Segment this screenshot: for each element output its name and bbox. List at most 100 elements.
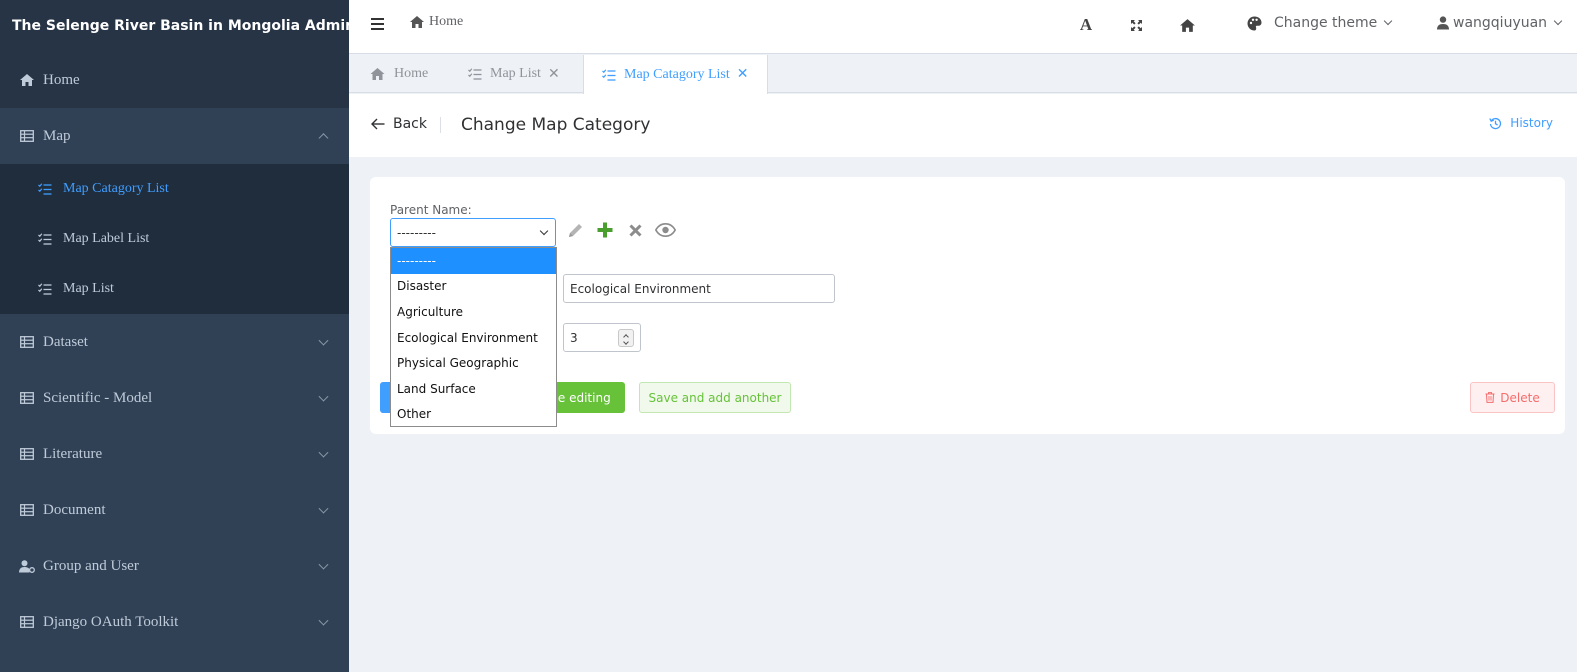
delete-icon[interactable] [624,219,646,241]
sidebar-item-label: Dataset [43,333,88,350]
delete-button[interactable]: Delete [1470,382,1555,413]
dropdown-option[interactable]: Ecological Environment [391,325,556,351]
table-icon [18,447,36,461]
history-button[interactable]: History [1489,116,1553,130]
parent-name-label: Parent Name: [390,203,472,217]
tab-bar: Home Map List ✕ Map Catagory List ✕ [349,55,1577,94]
page-title: Change Map Category [461,115,651,135]
change-theme-label: Change theme [1274,15,1378,31]
list-check-icon [38,283,54,295]
brand-header: The Selenge River Basin in Mongolia Admi… [0,0,355,52]
tab-map-catagory-list[interactable]: Map Catagory List ✕ [583,55,768,94]
sidebar-item-home[interactable]: Home [0,52,349,108]
sidebar: The Selenge River Basin in Mongolia Admi… [0,0,355,672]
sidebar-item-label: Document [43,501,106,518]
chevron-down-icon [539,226,549,236]
sidebar-item-map-catagory-list[interactable]: Map Catagory List [0,164,349,214]
table-icon [18,615,36,629]
save-and-add-another-button[interactable]: Save and add another [639,382,791,413]
back-label: Back [393,116,427,132]
history-label: History [1510,116,1553,130]
chevron-down-icon [1384,16,1393,26]
chevron-up-icon [318,133,329,144]
dropdown-option[interactable]: Land Surface [391,376,556,402]
tab-label: Home [394,66,429,81]
table-icon [18,391,36,405]
chevron-down-icon [318,615,329,626]
dropdown-option[interactable]: Disaster [391,274,556,300]
chevron-down-icon [318,335,329,346]
font-size-icon[interactable]: A [1079,15,1093,34]
home-icon[interactable] [1179,16,1196,34]
home-icon [369,67,386,81]
breadcrumb-label: Home [429,14,464,29]
dropdown-option[interactable]: Agriculture [391,299,556,325]
sidebar-item-label: Map [43,127,71,144]
parent-name-dropdown-list: --------- Disaster Agriculture Ecologica… [390,247,557,427]
table-icon [18,503,36,517]
chevron-down-icon [1553,16,1563,26]
chevron-down-icon [318,391,329,402]
list-check-icon [602,68,616,81]
dropdown-option[interactable]: Other [391,402,556,428]
sidebar-item-document[interactable]: Document [0,482,349,538]
list-check-icon [38,233,54,245]
close-icon[interactable]: ✕ [737,66,749,83]
name-field[interactable]: Ecological Environment [563,274,835,303]
parent-name-value: --------- [397,225,436,240]
sidebar-item-map[interactable]: Map [0,108,349,164]
delete-label: Delete [1500,390,1540,405]
list-check-icon [38,183,54,195]
breadcrumb[interactable]: Home [409,14,463,30]
edit-icon[interactable] [564,219,586,241]
number-stepper[interactable] [618,329,634,347]
arrow-left-icon [371,118,385,130]
fullscreen-icon[interactable] [1129,16,1143,34]
sidebar-item-django-oauth-toolkit[interactable]: Django OAuth Toolkit [0,594,349,650]
tab-label: Map Catagory List [624,66,730,82]
add-icon[interactable] [594,219,616,241]
user-menu[interactable]: wangqiuyuan [1437,15,1563,31]
tab-map-list[interactable]: Map List ✕ [450,55,578,93]
sidebar-item-map-label-list[interactable]: Map Label List [0,214,349,264]
sidebar-item-dataset[interactable]: Dataset [0,314,349,370]
table-icon [18,335,36,349]
sidebar-item-label: Literature [43,445,103,462]
history-icon [1489,117,1502,130]
divider [440,117,441,133]
map-submenu: Map Catagory List Map Label List Map Lis… [0,164,349,314]
back-button[interactable]: Back [371,116,427,132]
name-value: Ecological Environment [570,281,711,296]
user-icon [1437,16,1449,30]
tab-home[interactable]: Home [351,55,446,93]
continue-label: ue editing [550,390,611,405]
change-theme-dropdown[interactable]: Change theme [1247,15,1393,31]
sidebar-item-label: Group and User [43,557,139,574]
sidebar-item-label: Home [43,71,80,88]
sidebar-item-label: Scientific - Model [43,389,153,406]
username: wangqiuyuan [1453,15,1548,31]
close-icon[interactable]: ✕ [548,66,560,83]
home-icon [409,15,425,29]
view-icon[interactable] [654,219,676,241]
sidebar-item-scientific-model[interactable]: Scientific - Model [0,370,349,426]
parent-name-select[interactable]: --------- [390,218,556,247]
dropdown-option[interactable]: --------- [391,248,556,274]
list-check-icon [468,68,482,80]
sidebar-item-map-list[interactable]: Map List [0,264,349,314]
add-another-label: Save and add another [648,390,782,405]
chevron-down-icon [318,559,329,570]
sidebar-item-literature[interactable]: Literature [0,426,349,482]
table-icon [18,129,36,143]
page-header: Back Change Map Category History [349,94,1577,157]
dropdown-option[interactable]: Physical Geographic [391,350,556,376]
palette-icon [1247,16,1262,31]
trash-icon [1485,392,1495,403]
sidebar-item-group-and-user[interactable]: Group and User [0,538,349,594]
brand-title: The Selenge River Basin in Mongolia Admi… [12,18,356,34]
home-icon [18,73,36,87]
chevron-down-icon [318,447,329,458]
hamburger-icon[interactable] [371,18,384,30]
sidebar-item-label: Map Catagory List [63,181,169,196]
sort-order-field[interactable]: 3 [563,323,641,352]
